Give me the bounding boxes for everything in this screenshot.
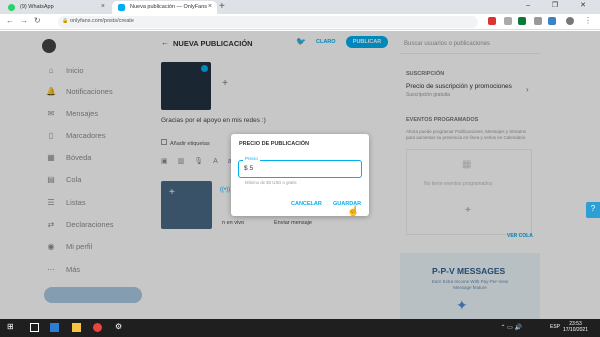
price-input[interactable]	[238, 160, 362, 178]
browser-toolbar: ← → ↻ 🔒 onlyfans.com/posts/create ⋮	[0, 14, 600, 30]
price-dialog: PRECIO DE PUBLICACIÓN Precio $ 5 Mínimo …	[231, 134, 369, 217]
price-hint: Mínimo de $3 USD o gratis	[245, 180, 297, 185]
browser-tab-strip: (9) WhatsApp × Nueva publicación — OnlyF…	[0, 0, 600, 14]
windows-taskbar: ⊞ ⚙ ⌃ ▭ 🔊 ESP 23:53 17/10/2021	[0, 319, 600, 337]
extension-icon[interactable]	[534, 17, 542, 25]
language-indicator[interactable]: ESP	[550, 324, 560, 330]
menu-icon[interactable]: ⋮	[584, 16, 592, 25]
window-controls[interactable]: – ❐ ✕	[526, 1, 596, 9]
forward-arrow-icon[interactable]: →	[20, 16, 28, 25]
help-icon[interactable]: ?	[586, 202, 600, 218]
file-explorer-icon[interactable]	[72, 323, 81, 332]
gear-icon[interactable]: ⚙	[115, 322, 124, 331]
address-bar[interactable]: 🔒 onlyfans.com/posts/create	[58, 16, 478, 28]
lock-icon: 🔒	[62, 18, 69, 24]
new-tab-button[interactable]: +	[219, 1, 225, 12]
extension-icon[interactable]	[488, 17, 496, 25]
tab-label: Nueva publicación — OnlyFans	[130, 4, 208, 10]
cancel-button[interactable]: CANCELAR	[291, 201, 322, 207]
tab-whatsapp[interactable]: (9) WhatsApp ×	[2, 1, 110, 14]
close-tab-icon[interactable]: ×	[101, 3, 105, 10]
extension-icon[interactable]	[518, 17, 526, 25]
tab-onlyfans[interactable]: Nueva publicación — OnlyFans ×	[112, 1, 217, 14]
windows-start-icon[interactable]: ⊞	[7, 322, 16, 331]
date-text: 17/10/2021	[562, 327, 588, 333]
whatsapp-favicon-icon	[8, 4, 15, 11]
currency-symbol: $	[244, 165, 248, 172]
tab-label: (9) WhatsApp	[20, 4, 54, 10]
price-field-label: Precio	[243, 156, 260, 161]
back-arrow-icon[interactable]: ←	[6, 16, 14, 25]
url-text: onlyfans.com/posts/create	[70, 18, 134, 24]
reload-icon[interactable]: ↻	[34, 16, 41, 25]
price-input-value[interactable]: $ 5	[244, 165, 253, 172]
close-tab-icon[interactable]: ×	[208, 3, 212, 10]
edge-icon[interactable]	[50, 323, 59, 332]
extension-icon[interactable]	[504, 17, 512, 25]
task-view-icon[interactable]	[30, 323, 39, 332]
profile-icon[interactable]	[566, 17, 574, 25]
chrome-icon[interactable]	[93, 323, 102, 332]
dialog-title: PRECIO DE PUBLICACIÓN	[239, 141, 309, 147]
hand-cursor-icon: ☝	[347, 206, 360, 217]
onlyfans-favicon-icon	[118, 4, 125, 11]
price-value: 5	[249, 165, 254, 172]
extension-icon[interactable]	[548, 17, 556, 25]
clock[interactable]: 23:53 17/10/2021	[563, 321, 588, 333]
tray-icons[interactable]: ⌃ ▭ 🔊	[500, 324, 522, 331]
